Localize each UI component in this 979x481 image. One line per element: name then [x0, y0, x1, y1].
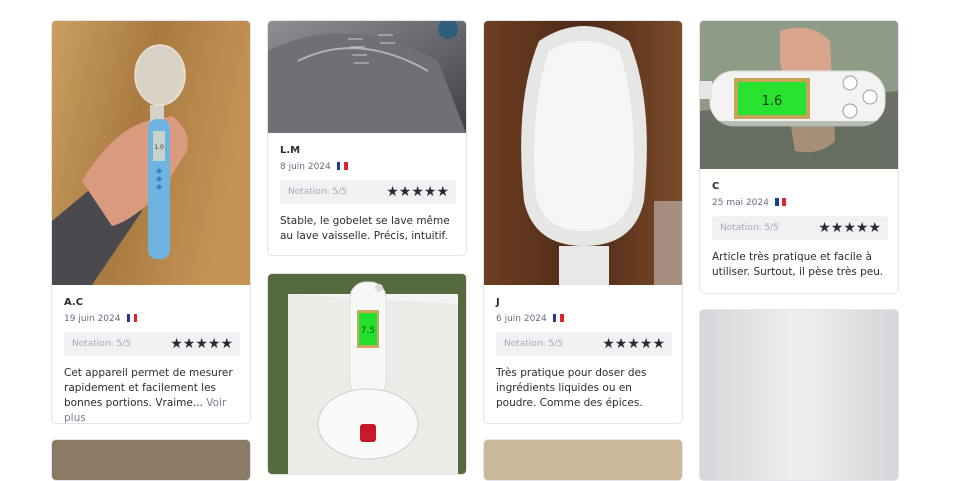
- review-photo[interactable]: 1.0: [52, 21, 250, 285]
- review-photo[interactable]: 1.6: [700, 21, 898, 169]
- star-rating-icon: ★★★★★: [386, 184, 449, 200]
- review-photo[interactable]: 7.5: [268, 274, 466, 474]
- review-date: 25 mai 2024: [712, 198, 888, 209]
- review-card-j[interactable]: J 6 juin 2024 Notation: 5/5 ★★★★★ Très p…: [483, 20, 683, 424]
- reviewer-name: L.M: [280, 145, 301, 156]
- review-card-c[interactable]: 1.6 C 25 mai 2024 Notation: 5/5 ★★★★★ Ar…: [699, 20, 899, 294]
- review-card-ac[interactable]: 1.0 A.C 19 juin 2024 Notation: 5/5 ★★★★★…: [51, 20, 251, 424]
- review-date: 19 juin 2024: [64, 314, 240, 325]
- rating-label: Notation: 5/5: [720, 223, 779, 233]
- review-card-photo[interactable]: 7.5: [267, 273, 467, 475]
- review-date-text: 8 juin 2024: [280, 162, 331, 172]
- review-card-next[interactable]: [483, 439, 683, 481]
- review-text: Très pratique pour doser des ingrédients…: [496, 367, 647, 409]
- scale-display-text: 1.0: [154, 144, 164, 151]
- rating-label: Notation: 5/5: [72, 339, 131, 349]
- review-photo[interactable]: [484, 21, 682, 285]
- reviewer-name: A.C: [64, 297, 84, 308]
- rating-box: Notation: 5/5 ★★★★★: [496, 332, 672, 356]
- review-date: 8 juin 2024: [280, 162, 456, 173]
- reviewer-name: J: [496, 297, 500, 308]
- review-text: Article très pratique et facile à utilis…: [712, 251, 884, 278]
- france-flag-icon: [552, 314, 564, 322]
- review-date-text: 25 mai 2024: [712, 198, 769, 208]
- review-photo[interactable]: [268, 21, 466, 133]
- review-text: Stable, le gobelet se lave même au lave …: [280, 215, 450, 242]
- france-flag-icon: [336, 162, 348, 170]
- france-flag-icon: [774, 198, 786, 206]
- review-date-text: 19 juin 2024: [64, 314, 121, 324]
- rating-label: Notation: 5/5: [504, 339, 563, 349]
- rating-box: Notation: 5/5 ★★★★★: [712, 216, 888, 240]
- rating-box: Notation: 5/5 ★★★★★: [64, 332, 240, 356]
- scale-display-text: 1.6: [762, 94, 783, 109]
- review-photo[interactable]: [484, 440, 682, 480]
- review-date: 6 juin 2024: [496, 314, 672, 325]
- reviewer-name: C: [712, 181, 720, 192]
- review-card-lm[interactable]: L.M 8 juin 2024 Notation: 5/5 ★★★★★ Stab…: [267, 20, 467, 256]
- france-flag-icon: [126, 314, 138, 322]
- review-photo[interactable]: [52, 440, 250, 480]
- review-text: Cet appareil permet de mesurer rapidemen…: [64, 366, 240, 423]
- rating-label: Notation: 5/5: [288, 187, 347, 197]
- review-photo-placeholder[interactable]: [700, 310, 898, 480]
- rating-box: Notation: 5/5 ★★★★★: [280, 180, 456, 204]
- review-card-next[interactable]: [51, 439, 251, 481]
- star-rating-icon: ★★★★★: [602, 336, 665, 352]
- star-rating-icon: ★★★★★: [170, 336, 233, 352]
- review-date-text: 6 juin 2024: [496, 314, 547, 324]
- scale-display-text: 7.5: [361, 326, 375, 336]
- star-rating-icon: ★★★★★: [818, 220, 881, 236]
- review-card-loading[interactable]: [699, 309, 899, 481]
